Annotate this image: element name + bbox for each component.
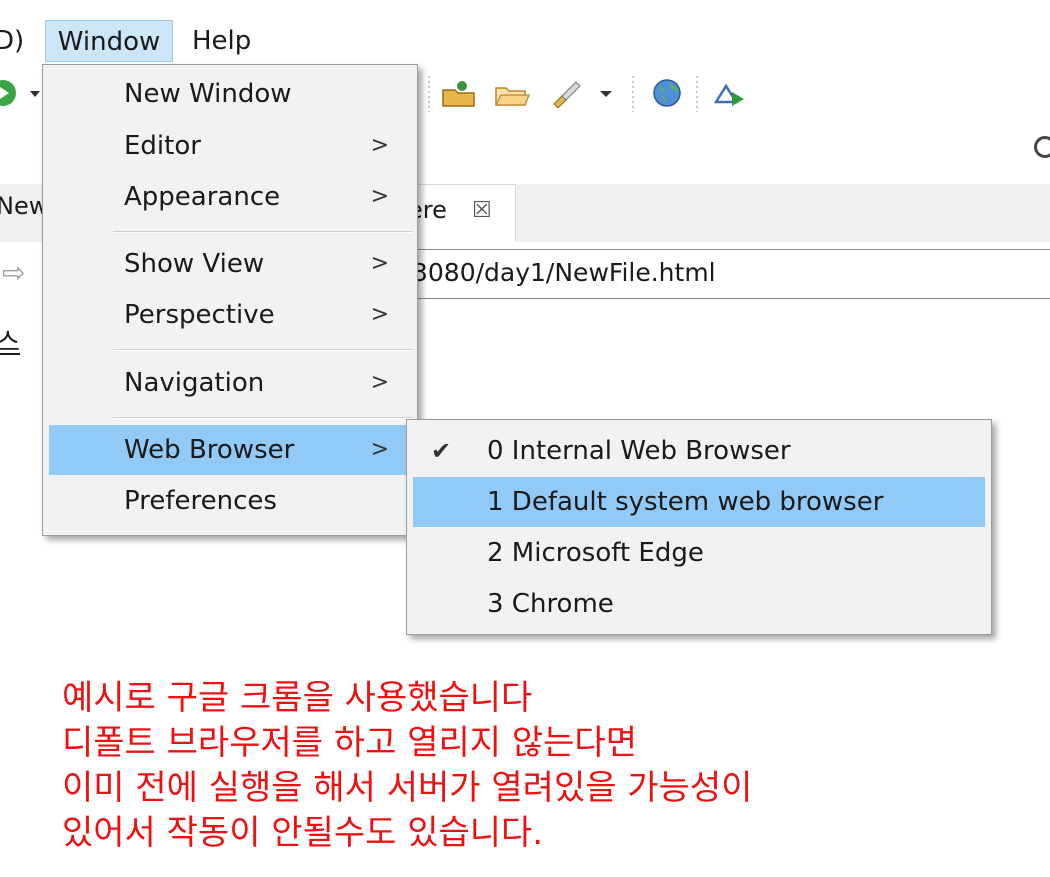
menu-item-label: New Window [124, 79, 292, 109]
forward-arrow-icon[interactable]: ⇨ [2, 256, 25, 289]
toolbar-separator [428, 76, 430, 112]
search-icon[interactable] [1034, 136, 1050, 158]
menu-separator [113, 231, 413, 233]
annotation-line: 디폴트 브라우저를 하고 열리지 않는다면 [62, 723, 637, 763]
menu-item-show-view[interactable]: Show View > [49, 239, 411, 289]
menu-item-label: Navigation [124, 368, 265, 398]
chevron-right-icon: > [370, 437, 389, 462]
annotation-line: 예시로 구글 크롬을 사용했습니다 [62, 678, 533, 718]
menu-item-label: Appearance [124, 182, 281, 212]
menu-item-label: Editor [124, 131, 201, 161]
menu-partial-item[interactable]: D) [0, 20, 24, 62]
menu-item-appearance[interactable]: Appearance > [49, 172, 411, 222]
annotation-line: 있어서 작동이 안될수도 있습니다. [62, 813, 544, 853]
annotation-text: 예시로 구글 크롬을 사용했습니다 디폴트 브라우저를 하고 열리지 않는다면 … [62, 676, 752, 856]
menu-item-navigation[interactable]: Navigation > [49, 358, 411, 408]
folder-icon[interactable] [492, 78, 530, 108]
toolbar-separator [632, 76, 634, 112]
menubar: D) Window Help [0, 0, 1050, 64]
close-icon[interactable]: ☒ [472, 198, 492, 223]
submenu-item-default-system-browser[interactable]: 1 Default system web browser [413, 477, 985, 527]
menu-item-perspective[interactable]: Perspective > [49, 290, 411, 340]
toolbar-separator [696, 76, 698, 112]
submenu-item-label: 2 Microsoft Edge [487, 538, 704, 568]
run-icon[interactable] [0, 78, 18, 108]
menu-window[interactable]: Window [45, 20, 173, 62]
submenu-item-chrome[interactable]: 3 Chrome [413, 579, 985, 629]
menu-item-label: Perspective [124, 300, 275, 330]
menu-item-new-window[interactable]: New Window [49, 69, 411, 119]
page-content-fragment: 스 [0, 328, 20, 358]
menu-item-preferences[interactable]: Preferences [49, 476, 411, 526]
brush-icon[interactable] [548, 78, 584, 108]
chevron-right-icon: > [370, 133, 389, 158]
menu-item-editor[interactable]: Editor > [49, 121, 411, 171]
menu-separator [113, 349, 413, 351]
web-browser-submenu: ✔ 0 Internal Web Browser 1 Default syste… [406, 419, 992, 635]
submenu-item-internal-web-browser[interactable]: ✔ 0 Internal Web Browser [413, 426, 985, 476]
menu-separator [113, 417, 413, 419]
submenu-item-label: 1 Default system web browser [487, 487, 884, 517]
chevron-right-icon: > [370, 184, 389, 209]
menu-help[interactable]: Help [180, 20, 263, 62]
window-menu-dropdown: New Window Editor > Appearance > Show Vi… [42, 64, 418, 536]
menu-item-web-browser[interactable]: Web Browser > [49, 425, 411, 475]
menu-item-label: Preferences [124, 486, 277, 516]
chevron-right-icon: > [370, 370, 389, 395]
checkmark-icon: ✔ [431, 437, 452, 465]
chevron-right-icon: > [370, 251, 389, 276]
brush-dropdown-icon[interactable] [596, 78, 618, 108]
run-dropdown-icon[interactable] [28, 78, 42, 108]
url-text: 3080/day1/NewFile.html [412, 258, 716, 287]
open-folder-icon[interactable] [440, 78, 478, 108]
menu-item-label: Show View [124, 249, 265, 279]
submenu-item-label: 0 Internal Web Browser [487, 436, 791, 466]
globe-icon[interactable] [650, 78, 684, 108]
annotation-line: 이미 전에 실행을 해서 서버가 열려있을 가능성이 [62, 768, 753, 808]
submenu-item-microsoft-edge[interactable]: 2 Microsoft Edge [413, 528, 985, 578]
menu-item-label: Web Browser [124, 435, 295, 465]
submenu-item-label: 3 Chrome [487, 589, 614, 619]
web-browser-icon[interactable] [710, 78, 750, 108]
chevron-right-icon: > [370, 302, 389, 327]
